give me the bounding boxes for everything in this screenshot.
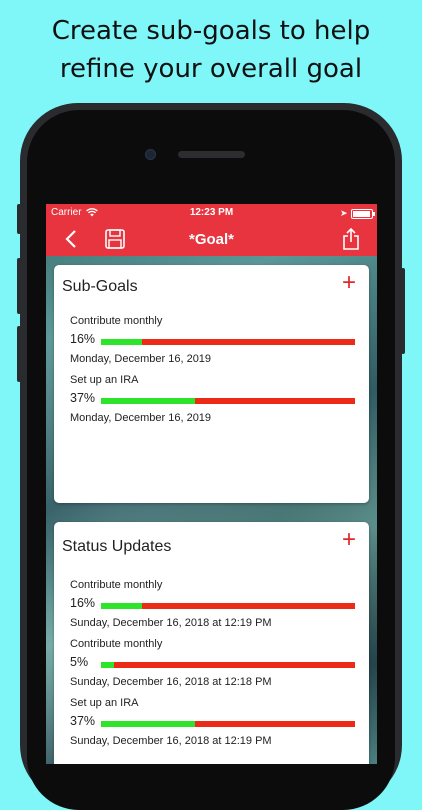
battery-icon bbox=[351, 209, 375, 219]
progress-fill bbox=[101, 662, 114, 668]
status-bar: Carrier 12:23 PM ➤ bbox=[46, 207, 377, 221]
status-updates-card: Status Updates + Contribute monthly 16% … bbox=[54, 522, 369, 764]
subgoal-item[interactable]: Set up an IRA 37% Monday, December 16, 2… bbox=[70, 374, 360, 426]
status-update-percent: 37% bbox=[70, 714, 96, 728]
status-update-name: Contribute monthly bbox=[70, 579, 163, 591]
subgoal-percent: 37% bbox=[70, 391, 96, 405]
subgoal-date: Monday, December 16, 2019 bbox=[70, 353, 212, 365]
status-update-percent: 5% bbox=[70, 655, 89, 669]
nav-bar: *Goal* bbox=[46, 224, 377, 254]
status-update-item[interactable]: Contribute monthly 16% Sunday, December … bbox=[70, 579, 360, 631]
status-update-item[interactable]: Set up an IRA 37% Sunday, December 16, 2… bbox=[70, 697, 360, 749]
headline: Create sub-goals to help refine your ove… bbox=[0, 12, 422, 88]
subgoals-card: Sub-Goals + Contribute monthly 16% Monda… bbox=[54, 265, 369, 503]
subgoal-name: Set up an IRA bbox=[70, 374, 139, 386]
status-update-date: Sunday, December 16, 2018 at 12:19 PM bbox=[70, 617, 272, 629]
add-status-plus-icon[interactable]: + bbox=[342, 528, 356, 552]
status-updates-title: Status Updates bbox=[62, 538, 172, 555]
status-update-date: Sunday, December 16, 2018 at 12:18 PM bbox=[70, 676, 272, 688]
headline-line-1: Create sub-goals to help bbox=[51, 16, 371, 46]
phone-screen: Carrier 12:23 PM ➤ *Goal* Sub-Goals + Co… bbox=[46, 204, 377, 764]
volume-down-button bbox=[17, 326, 21, 382]
speaker-grille bbox=[178, 151, 245, 158]
subgoal-name: Contribute monthly bbox=[70, 315, 163, 327]
camera-icon bbox=[145, 149, 156, 160]
add-subgoal-plus-icon[interactable]: + bbox=[342, 271, 356, 295]
volume-up-button bbox=[17, 258, 21, 314]
status-update-date: Sunday, December 16, 2018 at 12:19 PM bbox=[70, 735, 272, 747]
mute-switch bbox=[17, 204, 21, 234]
progress-fill bbox=[101, 398, 195, 404]
share-icon[interactable] bbox=[342, 227, 360, 256]
status-update-progress-bar bbox=[101, 721, 355, 727]
subgoals-title: Sub-Goals bbox=[62, 278, 138, 295]
clock: 12:23 PM bbox=[189, 207, 234, 218]
subgoal-date: Monday, December 16, 2019 bbox=[70, 412, 212, 424]
location-arrow-icon: ➤ bbox=[340, 208, 348, 218]
status-update-name: Contribute monthly bbox=[70, 638, 163, 650]
app-header: Carrier 12:23 PM ➤ *Goal* bbox=[46, 204, 377, 256]
page-title: *Goal* bbox=[188, 231, 234, 248]
subgoal-percent: 16% bbox=[70, 332, 96, 346]
subgoal-item[interactable]: Contribute monthly 16% Monday, December … bbox=[70, 315, 360, 367]
progress-fill bbox=[101, 721, 195, 727]
status-update-percent: 16% bbox=[70, 596, 96, 610]
status-update-progress-bar bbox=[101, 603, 355, 609]
status-update-item[interactable]: Contribute monthly 5% Sunday, December 1… bbox=[70, 638, 360, 690]
progress-fill bbox=[101, 339, 142, 345]
headline-line-2: refine your overall goal bbox=[59, 54, 363, 84]
status-update-name: Set up an IRA bbox=[70, 697, 139, 709]
status-update-progress-bar bbox=[101, 662, 355, 668]
subgoal-progress-bar bbox=[101, 398, 355, 404]
subgoal-progress-bar bbox=[101, 339, 355, 345]
progress-fill bbox=[101, 603, 142, 609]
power-button bbox=[401, 268, 405, 354]
